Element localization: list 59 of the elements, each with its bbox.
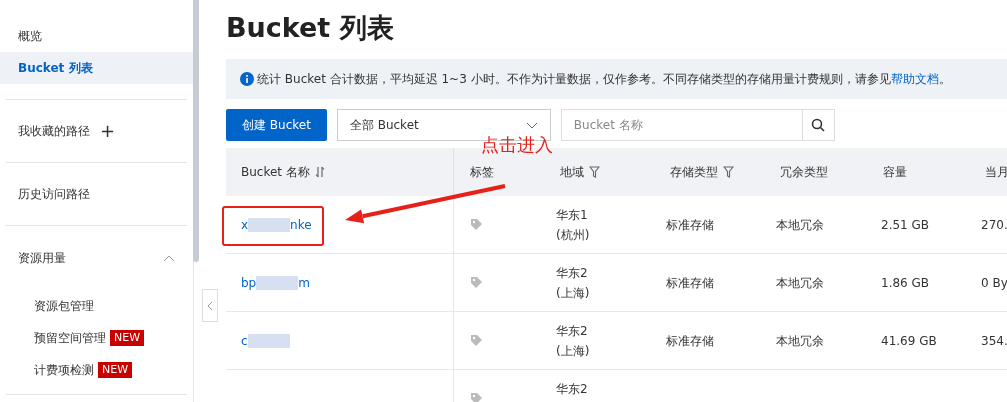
filter-icon[interactable]	[723, 166, 734, 178]
storage-class-text: 标准存储	[666, 333, 714, 348]
search-icon	[811, 118, 826, 132]
region-text: 华东2	[556, 381, 589, 398]
column-header: 冗余类型	[780, 164, 828, 181]
region-text: 华东1	[556, 207, 589, 224]
capacity-text: 1.86 GB	[881, 275, 930, 290]
table-cell: 270.	[981, 217, 1007, 232]
new-badge: NEW	[98, 362, 133, 378]
tag-icon[interactable]	[470, 218, 483, 231]
capacity-text: 41.69 GB	[881, 333, 937, 348]
info-icon	[240, 72, 254, 86]
redundancy-text: 本地冗余	[776, 275, 824, 290]
sort-icon[interactable]	[314, 166, 325, 178]
tag-icon[interactable]	[470, 392, 483, 402]
usage-label[interactable]: 资源用量	[18, 249, 66, 267]
sidebar-item[interactable]: 资源包管理	[34, 297, 94, 315]
history-label[interactable]: 历史访问路径	[18, 185, 90, 203]
page-title: Bucket 列表	[226, 11, 394, 45]
search-button[interactable]	[802, 109, 835, 141]
sidebar-item[interactable]: 计费项检测	[34, 361, 94, 379]
capacity-text: 2.51 GB	[881, 217, 930, 232]
table-cell: 0 By	[981, 275, 1007, 290]
create-bucket-button[interactable]: 创建 Bucket	[226, 109, 327, 141]
notice-text: 统计 Bucket 合计数据，平均延迟 1~3 小时。不作为计量数据，仅作参考。不同存储类型的存储用量计费规则，请参见帮助文档。	[257, 71, 951, 88]
column-header: 当月	[985, 164, 1007, 181]
region-text: (杭州)	[556, 227, 591, 244]
bucket-name-link[interactable]: bp m	[241, 273, 310, 292]
redundancy-text: 本地冗余	[776, 333, 824, 348]
sidebar-item[interactable]: 预留空间管理	[34, 329, 106, 347]
tag-icon[interactable]	[470, 334, 483, 347]
region-text: 华东2	[556, 265, 589, 282]
column-header: Bucket 名称	[241, 164, 310, 181]
new-badge: NEW	[110, 330, 145, 346]
search-field[interactable]: Bucket 名称	[560, 109, 803, 141]
caret-icon	[525, 121, 538, 129]
favorites-label[interactable]: 我收藏的路径	[18, 122, 90, 140]
tag-icon[interactable]	[470, 276, 483, 289]
column-header: 地域	[560, 164, 584, 181]
storage-class-text: 标准存储	[666, 217, 714, 232]
redundancy-text: 本地冗余	[776, 217, 824, 232]
bucket-name-link[interactable]: x nke	[241, 215, 312, 234]
region-text: (上海)	[556, 285, 591, 302]
filter-icon[interactable]	[589, 166, 600, 178]
column-header: 存储类型	[670, 164, 718, 181]
chevron-icon[interactable]	[163, 254, 175, 262]
chevron-left-icon	[207, 300, 213, 311]
sidebar-item[interactable]: Bucket 列表	[0, 52, 193, 84]
sidebar-item[interactable]: 概览	[0, 20, 193, 52]
add-icon[interactable]: +	[100, 122, 116, 140]
region-text: 华东2	[556, 323, 589, 340]
table-cell: 354.	[981, 333, 1007, 348]
storage-class-text: 标准存储	[666, 275, 714, 290]
help-link[interactable]: 帮助文档	[890, 72, 939, 86]
scrollbar[interactable]	[193, 0, 199, 262]
collapse-button[interactable]	[202, 289, 218, 322]
column-header: 标签	[470, 164, 494, 181]
column-header: 容量	[883, 164, 907, 181]
region-text: (上海)	[556, 343, 591, 360]
